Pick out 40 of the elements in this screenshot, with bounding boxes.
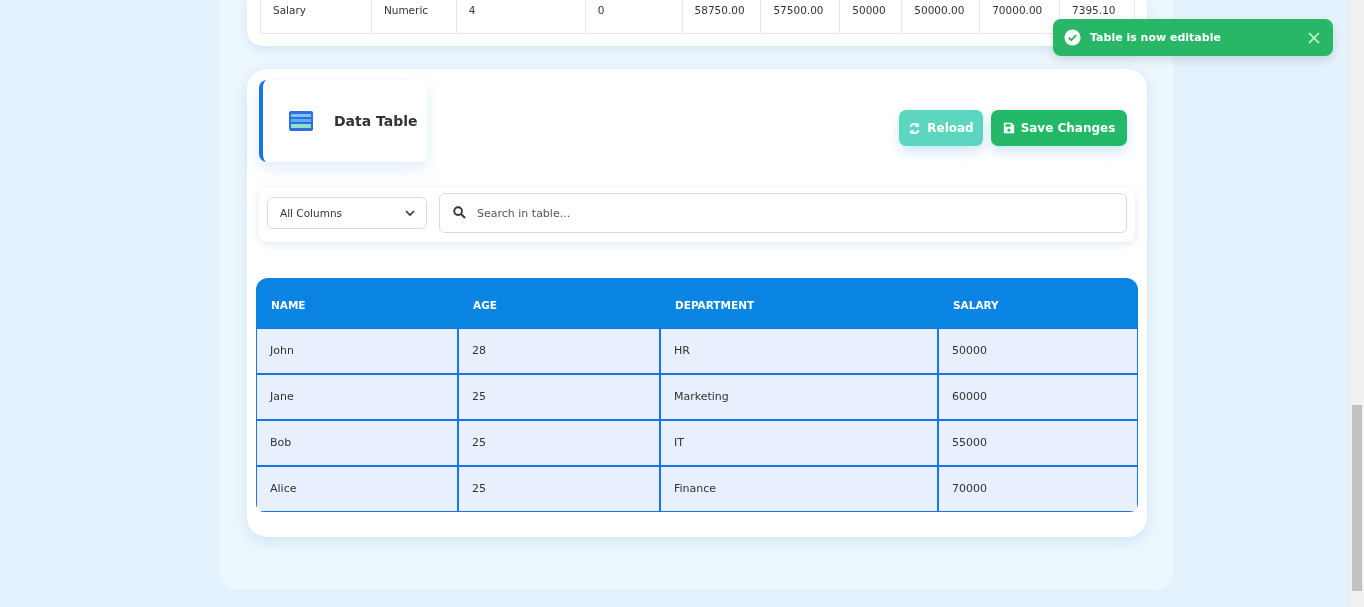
table-cell[interactable]: 50000 xyxy=(938,328,1138,374)
table-cell: 50000 xyxy=(840,0,903,33)
table-cell[interactable]: 55000 xyxy=(938,420,1138,466)
table-cell[interactable]: Bob xyxy=(256,420,458,466)
table-cell[interactable]: John xyxy=(256,328,458,374)
chevron-down-icon xyxy=(405,209,415,217)
scrollbar-thumb[interactable] xyxy=(1352,405,1362,591)
column-select[interactable]: All Columns xyxy=(267,197,427,229)
search-field[interactable]: Search in table... xyxy=(439,193,1127,233)
table-cell: 50000.00 xyxy=(902,0,981,33)
table-cell[interactable]: 25 xyxy=(458,374,660,420)
table-cell: 0 xyxy=(585,0,683,33)
table-cell[interactable]: HR xyxy=(660,328,938,374)
table-cell[interactable]: 28 xyxy=(458,328,660,374)
table-cell: 58750.00 xyxy=(682,0,762,33)
column-header: DEPARTMENT xyxy=(675,299,755,311)
table-cell: 4 xyxy=(456,0,586,33)
refresh-icon xyxy=(908,121,922,135)
table-cell: 57500.00 xyxy=(761,0,841,33)
table-cell[interactable]: 70000 xyxy=(938,466,1138,512)
card-title: Data Table xyxy=(334,113,418,129)
table-cell[interactable]: 25 xyxy=(458,466,660,512)
column-header: AGE xyxy=(473,299,497,311)
table-cell: Numeric xyxy=(371,0,457,33)
table-cell[interactable]: IT xyxy=(660,420,938,466)
table-cell[interactable]: Marketing xyxy=(660,374,938,420)
toast-message: Table is now editable xyxy=(1090,31,1222,44)
close-icon[interactable] xyxy=(1308,31,1320,44)
table-icon xyxy=(289,111,313,131)
column-header: NAME xyxy=(271,299,306,311)
check-circle-icon xyxy=(1064,29,1081,46)
table-cell[interactable]: Alice xyxy=(256,466,458,512)
table-cell[interactable]: Finance xyxy=(660,466,938,512)
search-icon xyxy=(453,206,466,219)
table-cell: Salary xyxy=(260,0,372,33)
table-cell[interactable]: 60000 xyxy=(938,374,1138,420)
table-cell[interactable]: 25 xyxy=(458,420,660,466)
column-header: SALARY xyxy=(953,299,999,311)
table-cell[interactable]: Jane xyxy=(256,374,458,420)
scrollbar[interactable] xyxy=(1350,0,1364,607)
